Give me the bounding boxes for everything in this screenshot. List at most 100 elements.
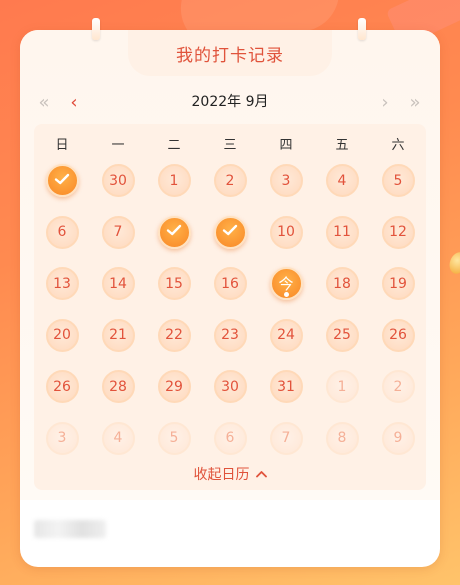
day-number: 25 — [333, 327, 351, 343]
calendar-day[interactable]: 7 — [101, 215, 135, 249]
calendar-day[interactable]: 11 — [325, 215, 359, 249]
previous-year-button[interactable]: « — [32, 88, 56, 116]
other-month-day[interactable]: 2 — [381, 370, 415, 403]
calendar-cell: 19 — [370, 267, 426, 300]
day-number: 20 — [53, 327, 71, 343]
other-month-day[interactable]: 9 — [381, 421, 415, 455]
other-month-day[interactable]: 4 — [101, 421, 135, 455]
calendar-cell: 21 — [90, 318, 146, 352]
collapse-calendar-button[interactable]: 收起日历 — [34, 464, 426, 484]
collapse-calendar-label: 收起日历 — [193, 467, 250, 483]
other-month-day[interactable]: 1 — [325, 370, 359, 403]
calendar-day[interactable]: 18 — [325, 267, 359, 300]
calendar-day[interactable]: 23 — [213, 318, 247, 352]
calendar-cell: 26 — [34, 370, 90, 403]
calendar-day[interactable]: 24 — [269, 318, 303, 352]
checked-day[interactable] — [45, 164, 79, 197]
day-number: 30 — [221, 378, 239, 395]
checkmark-icon — [222, 224, 238, 240]
calendar-cell — [146, 215, 202, 249]
calendar-day[interactable]: 28 — [101, 370, 135, 403]
day-number: 2 — [225, 172, 235, 189]
calendar-cell: 9 — [370, 421, 426, 455]
calendar-day[interactable]: 5 — [381, 164, 415, 197]
calendar-day[interactable]: 16 — [213, 267, 247, 300]
current-month-label: 2022年 9月 — [191, 94, 269, 110]
calendar-week-row: 26 28 29 30 31 1 2 — [34, 370, 426, 422]
calendar-day[interactable]: 31 — [269, 370, 303, 403]
day-number: 6 — [57, 224, 67, 240]
previous-month-button[interactable]: ‹ — [62, 88, 86, 116]
calendar-cell: 4 — [90, 421, 146, 455]
day-number: 6 — [225, 430, 235, 446]
pin-left — [92, 18, 100, 40]
calendar-cell: 29 — [146, 370, 202, 403]
calendar-week-row: 20 21 22 23 24 25 26 — [34, 318, 426, 371]
other-month-day[interactable]: 5 — [157, 421, 191, 455]
day-number: 16 — [221, 275, 239, 292]
checkin-record-card: 我的打卡记录 « ‹ 2022年 9月 › » 日 一 二 三 四 五 六 30… — [20, 30, 440, 567]
calendar-day[interactable]: 19 — [381, 267, 415, 300]
other-month-day[interactable]: 3 — [45, 421, 79, 455]
calendar-cell: 6 — [202, 421, 258, 455]
day-number: 15 — [165, 275, 183, 292]
day-number: 31 — [277, 378, 295, 395]
calendar-day[interactable]: 1 — [157, 164, 191, 197]
next-year-button[interactable]: » — [403, 88, 427, 116]
checked-day[interactable] — [213, 215, 247, 249]
coin-decoration — [446, 249, 460, 277]
calendar-day[interactable]: 26 — [381, 318, 415, 352]
calendar-day[interactable]: 2 — [213, 164, 247, 197]
calendar-day[interactable]: 20 — [45, 318, 79, 352]
calendar-day[interactable]: 25 — [325, 318, 359, 352]
calendar-cell: 26 — [370, 318, 426, 352]
calendar-cell: 22 — [146, 318, 202, 352]
calendar-cell: 2 — [202, 164, 258, 197]
calendar-day[interactable]: 21 — [101, 318, 135, 352]
calendar-cell: 7 — [90, 215, 146, 249]
calendar-day[interactable]: 4 — [325, 164, 359, 197]
weekday-label: 三 — [223, 138, 237, 153]
other-month-day[interactable]: 7 — [269, 421, 303, 455]
day-number: 5 — [169, 430, 179, 446]
day-number: 10 — [277, 224, 295, 240]
calendar-day[interactable]: 12 — [381, 215, 415, 249]
day-number: 19 — [389, 275, 407, 292]
weekday-label: 四 — [279, 138, 293, 153]
day-number: 7 — [281, 430, 291, 446]
day-number: 26 — [53, 378, 71, 395]
calendar-day[interactable]: 15 — [157, 267, 191, 300]
day-number: 5 — [393, 172, 403, 189]
other-month-day[interactable]: 6 — [213, 421, 247, 455]
chevron-up-icon — [255, 468, 267, 481]
calendar-week-row: 6 7 10 11 12 — [34, 215, 426, 268]
calendar-day[interactable]: 3 — [269, 164, 303, 197]
calendar-day[interactable]: 14 — [101, 267, 135, 300]
calendar-day[interactable]: 30 — [101, 164, 135, 197]
day-number: 30 — [109, 172, 127, 189]
day-number: 11 — [333, 224, 351, 240]
calendar-day[interactable]: 6 — [45, 215, 79, 249]
day-number: 8 — [337, 430, 347, 446]
calendar-day[interactable]: 30 — [213, 370, 247, 403]
other-month-day[interactable]: 8 — [325, 421, 359, 455]
calendar-cell: 6 — [34, 215, 90, 249]
calendar-cell — [202, 215, 258, 249]
calendar-cell: 8 — [314, 421, 370, 455]
weekday-label: 六 — [391, 138, 405, 153]
calendar-day[interactable]: 13 — [45, 267, 79, 300]
calendar-day[interactable]: 10 — [269, 215, 303, 249]
pin-right — [358, 18, 366, 40]
calendar-day[interactable]: 29 — [157, 370, 191, 403]
next-month-button[interactable]: › — [373, 88, 397, 116]
weekday-label: 一 — [111, 138, 125, 153]
calendar-grid: 日 一 二 三 四 五 六 30 1 2 3 4 5 6 7 10 11 12 13 14 15 16 今 18… — [34, 124, 426, 490]
calendar-day[interactable]: 22 — [157, 318, 191, 352]
weekday-label: 日 — [55, 138, 69, 153]
today-day[interactable]: 今 — [269, 267, 303, 300]
weekday-label: 五 — [335, 138, 349, 153]
blurred-text — [34, 520, 106, 538]
calendar-day[interactable]: 26 — [45, 370, 79, 403]
checked-day[interactable] — [157, 215, 191, 249]
day-number: 24 — [277, 327, 295, 343]
